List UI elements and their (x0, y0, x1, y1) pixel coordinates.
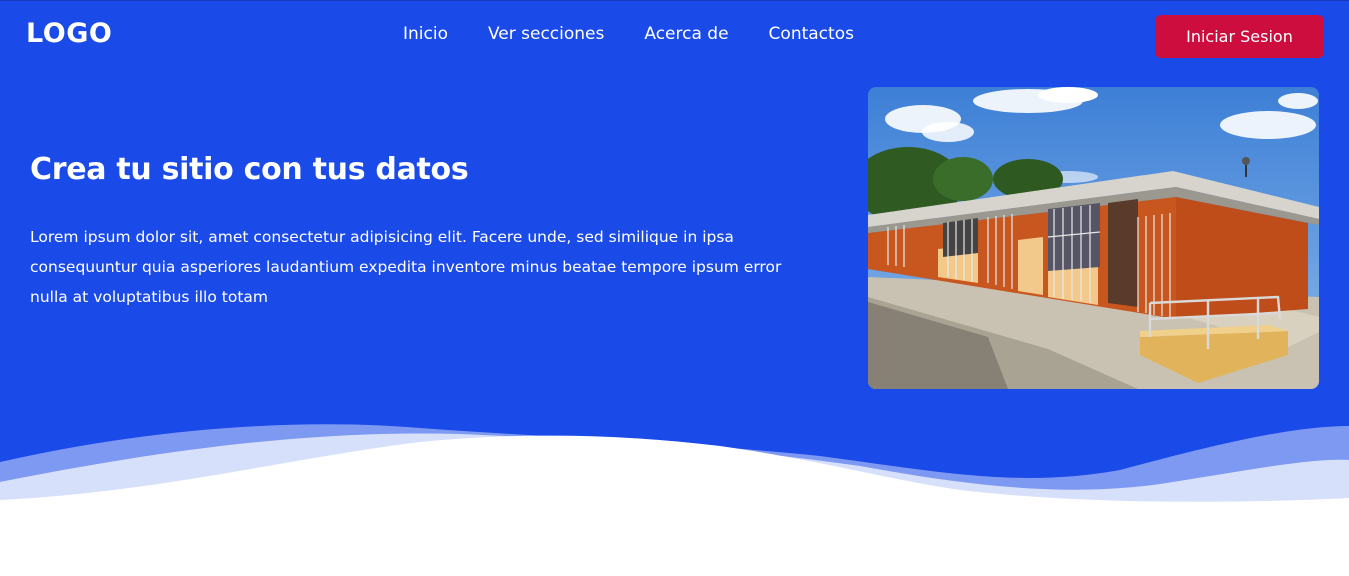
wave-divider (0, 424, 1349, 520)
school-building-photo (868, 87, 1319, 389)
hero-description: Lorem ipsum dolor sit, amet consectetur … (30, 228, 782, 306)
nav-link-ver-secciones[interactable]: Ver secciones (488, 24, 604, 44)
login-button[interactable]: Iniciar Sesion (1155, 15, 1324, 58)
nav-link-inicio[interactable]: Inicio (403, 24, 448, 44)
logo[interactable]: LOGO (26, 18, 112, 49)
nav-link-acerca-de[interactable]: Acerca de (644, 24, 728, 44)
hero-section: LOGO Inicio Ver secciones Acerca de Cont… (0, 0, 1349, 576)
nav-link-contactos[interactable]: Contactos (769, 24, 854, 44)
hero-title: Crea tu sitio con tus datos (30, 152, 469, 187)
main-nav: Inicio Ver secciones Acerca de Contactos (403, 24, 894, 44)
